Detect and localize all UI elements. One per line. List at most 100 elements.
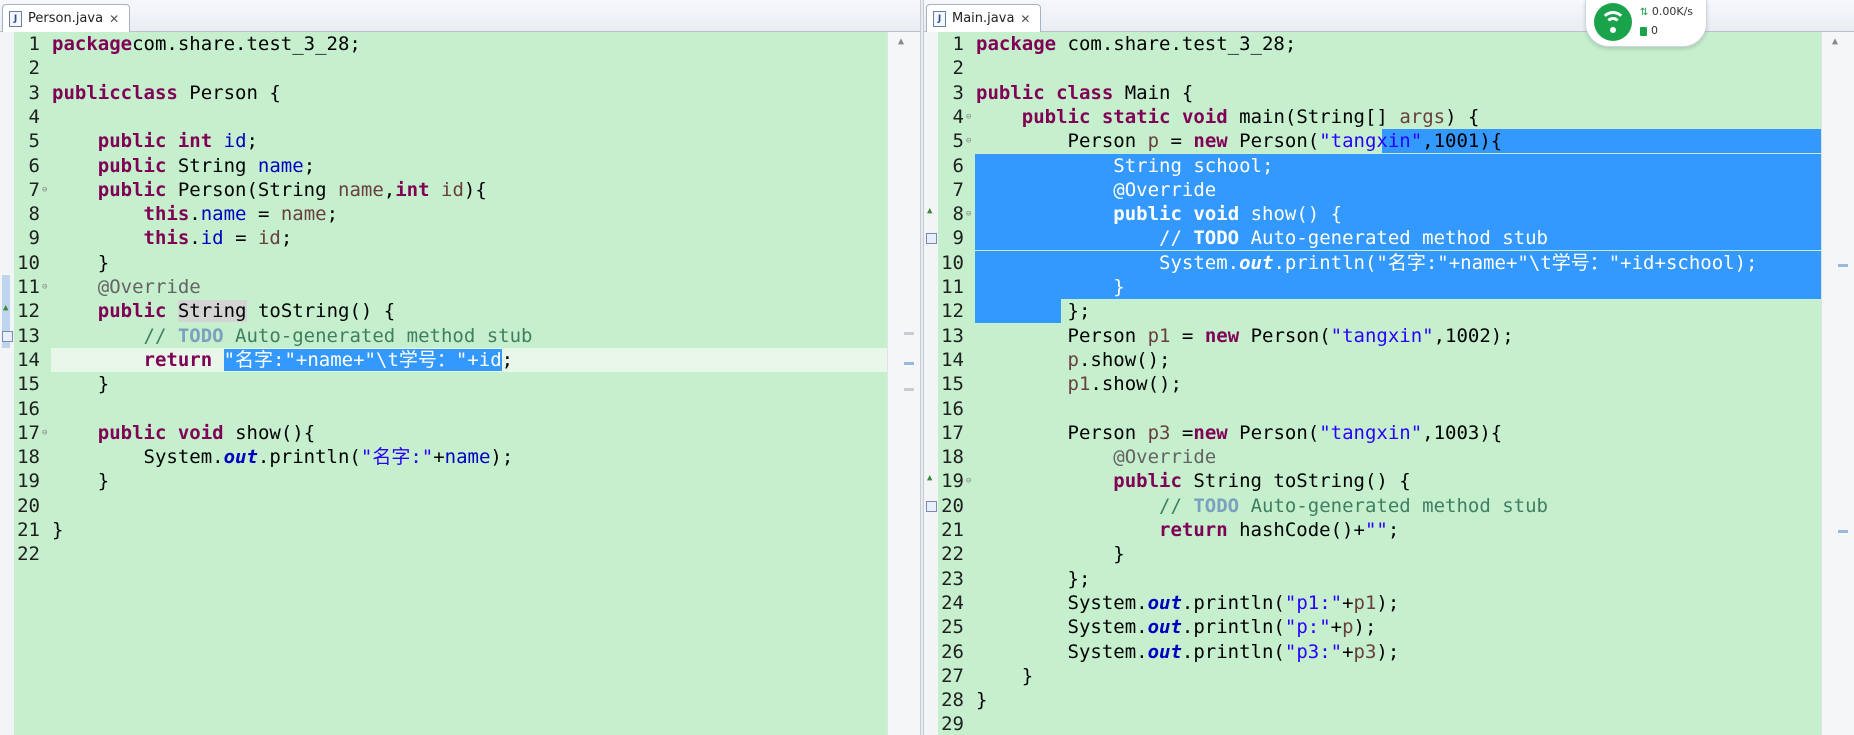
code-token: Person [976, 130, 1148, 153]
line-number: 19 [17, 470, 40, 493]
code-area[interactable]: package com.share.test_3_28; public class… [975, 32, 1822, 735]
code-line[interactable]: @Override [51, 275, 888, 299]
line-number: 16 [941, 397, 964, 420]
fold-toggle-icon[interactable]: ⊖ [966, 105, 974, 129]
code-line[interactable]: Person p1 = new Person("tangxin",1002); [975, 324, 1822, 348]
code-line[interactable]: this.id = id; [51, 226, 888, 250]
overview-marker[interactable] [1838, 264, 1848, 267]
code-line[interactable]: public class Main { [975, 81, 1822, 105]
overview-ruler-scrollbar[interactable]: ▲ [1821, 32, 1854, 735]
code-token: ,1001){ [1422, 130, 1503, 153]
code-token: + [433, 446, 445, 469]
code-token: .show(); [1090, 373, 1182, 396]
code-line[interactable]: } [51, 372, 888, 396]
code-line[interactable]: public Person(String name,int id){ [51, 178, 888, 202]
line-number: 11 [17, 276, 40, 298]
fold-toggle-icon[interactable]: ⊖ [966, 202, 974, 226]
fold-toggle-icon[interactable]: ⊖ [966, 129, 974, 153]
code-line[interactable]: public String toString() { [975, 469, 1822, 493]
tab-person-java[interactable]: J Person.java ✕ [2, 4, 131, 32]
code-line[interactable]: } [975, 542, 1822, 566]
code-line[interactable]: String school; [975, 153, 1822, 178]
code-line[interactable]: } [975, 664, 1822, 688]
code-line[interactable]: return "名字:"+name+"\t学号："+id; [51, 347, 888, 372]
tab-main-java[interactable]: J Main.java ✕ [926, 4, 1042, 32]
code-line[interactable] [51, 494, 888, 518]
code-line[interactable]: } [975, 688, 1822, 712]
code-line[interactable]: System.out.println("名字:"+name+"\t学号："+id… [975, 250, 1822, 275]
code-token: "tangxin" [1330, 324, 1434, 347]
code-line[interactable]: public String name; [51, 154, 888, 178]
line-number: 10 [17, 251, 40, 274]
close-icon[interactable]: ✕ [109, 12, 119, 26]
code-line[interactable] [975, 56, 1822, 80]
code-line[interactable]: Person p3 =new Person("tangxin",1003){ [975, 421, 1822, 445]
code-line[interactable]: public void show(){ [51, 421, 888, 445]
overview-marker[interactable] [904, 388, 914, 391]
code-line[interactable]: public int id; [51, 129, 888, 153]
close-icon[interactable]: ✕ [1020, 12, 1030, 26]
code-line[interactable]: System.out.println("名字:"+name); [51, 445, 888, 469]
scroll-up-icon[interactable]: ▲ [898, 36, 904, 47]
code-line[interactable]: packagecom.share.test_3_28; [51, 32, 888, 56]
code-line[interactable]: } [975, 275, 1822, 299]
task-marker-icon[interactable] [926, 233, 937, 245]
code-line[interactable] [51, 105, 888, 129]
fold-toggle-icon[interactable]: ⊖ [42, 275, 50, 299]
override-marker-icon[interactable]: ▲ [3, 303, 8, 313]
code-line[interactable]: public static void main(String[] args) { [975, 105, 1822, 129]
network-speed-widget[interactable]: ⇅ 0.00K/s 0 [1585, 0, 1707, 47]
code-token: TODO [1193, 494, 1240, 517]
fold-toggle-icon[interactable]: ⊖ [42, 421, 50, 445]
code-token: ); [1376, 591, 1400, 614]
code-line[interactable] [975, 712, 1822, 735]
code-token: .show(); [1078, 348, 1171, 371]
fold-toggle-icon[interactable]: ⊖ [966, 469, 974, 493]
line-number: 24 [941, 591, 964, 614]
line-number: 7 [952, 178, 964, 201]
code-editor[interactable]: ▲ 1 2 3 4 5 6 7 ⊖ 8 9 10 11 ⊖ 12 13 14 15 16 17 ⊖ 18 19 20 21 22… [0, 32, 920, 735]
code-line[interactable]: this.name = name; [51, 202, 888, 226]
code-line[interactable]: p1.show(); [975, 372, 1822, 396]
code-line[interactable]: System.out.println("p1:"+p1); [975, 591, 1822, 615]
code-line[interactable] [51, 56, 888, 80]
code-line[interactable]: Person p = new Person("tangxin",1001){ [975, 129, 1822, 154]
override-marker-icon[interactable]: ▲ [927, 473, 932, 483]
task-marker-icon[interactable] [2, 330, 13, 342]
code-line[interactable] [975, 397, 1822, 421]
code-line[interactable]: System.out.println("p:"+p); [975, 615, 1822, 639]
code-line[interactable]: public void show() { [975, 202, 1822, 227]
code-token: package [52, 33, 133, 55]
code-line[interactable]: p.show(); [975, 348, 1822, 372]
code-line[interactable]: } [51, 518, 888, 542]
code-line[interactable]: public String toString() { [51, 299, 888, 323]
code-line[interactable]: } [51, 469, 888, 493]
code-line[interactable] [51, 397, 888, 421]
code-line[interactable] [51, 542, 888, 566]
code-line[interactable]: } [51, 251, 888, 275]
fold-toggle-icon[interactable]: ⊖ [42, 178, 50, 202]
code-token: new [1193, 130, 1228, 153]
overview-ruler-scrollbar[interactable]: ▲ [887, 32, 920, 735]
overview-marker[interactable] [1838, 530, 1848, 533]
override-marker-icon[interactable]: ▲ [927, 206, 932, 216]
code-line[interactable]: }; [975, 567, 1822, 591]
code-line[interactable]: System.out.println("p3:"+p3); [975, 640, 1822, 664]
code-line[interactable]: @Override [975, 445, 1822, 469]
overview-marker[interactable] [904, 362, 914, 365]
task-marker-icon[interactable] [926, 500, 937, 512]
code-line[interactable]: @Override [975, 177, 1822, 202]
code-editor[interactable]: ▲ ▲ 1 2 3 4 ⊖ 5 ⊖ 6 7 8 ⊖ 9 10 11 12 13 14 15 16 17 18 19 ⊖ 20 21… [924, 32, 1854, 735]
overview-marker[interactable] [904, 332, 914, 335]
code-line[interactable]: // TODO Auto-generated method stub [975, 226, 1822, 251]
code-area[interactable]: packagecom.share.test_3_28; publicclass P… [51, 32, 888, 735]
code-token: @Override [1113, 446, 1217, 469]
code-line[interactable]: // TODO Auto-generated method stub [975, 494, 1822, 518]
code-line[interactable]: publicclass Person { [51, 81, 888, 105]
code-line[interactable]: // TODO Auto-generated method stub [51, 324, 888, 348]
scroll-up-icon[interactable]: ▲ [1832, 36, 1838, 47]
code-line[interactable]: return hashCode()+""; [975, 518, 1822, 542]
code-line[interactable]: }; [975, 299, 1822, 324]
